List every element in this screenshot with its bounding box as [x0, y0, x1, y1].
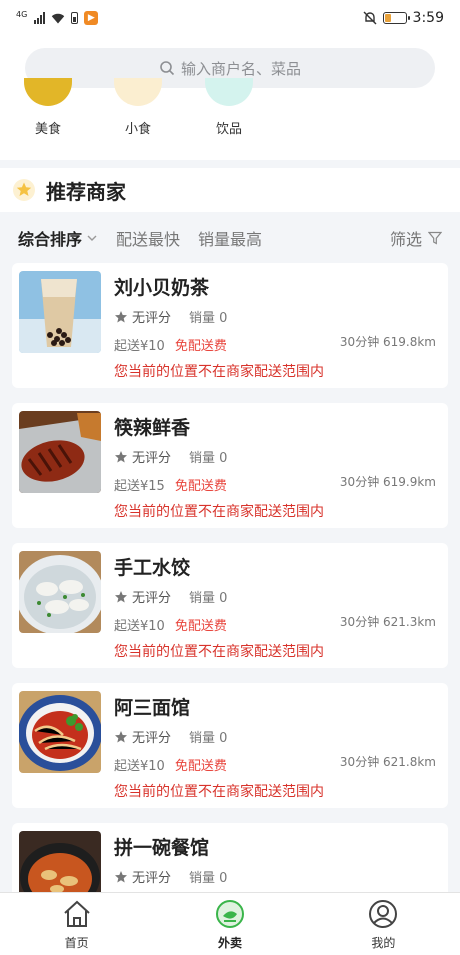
sort-fastest-delivery[interactable]: 配送最快: [116, 226, 180, 250]
clock: 3:59: [412, 10, 444, 26]
free-delivery-tag: 免配送费: [174, 479, 227, 494]
takeout-icon: [215, 899, 244, 928]
dumplings-image: [19, 551, 101, 633]
sales-count: 销量 0: [189, 731, 228, 746]
rating-star-icon: [115, 450, 127, 462]
sort-bar: 综合排序 配送最快 销量最高 筛选: [0, 216, 460, 260]
free-delivery-tag: 免配送费: [174, 759, 227, 774]
signal-icon: [34, 12, 46, 24]
filter-label: 筛选: [389, 230, 422, 249]
recommend-header: 推荐商家: [0, 168, 460, 212]
time-distance: 30分钟 619.8km: [339, 335, 436, 349]
merchant-card[interactable]: 阿三面馆 无评分 销量 0 起送¥10 免配送费 30分钟 621.8km 您当…: [12, 683, 448, 808]
free-delivery-tag: 免配送费: [174, 339, 227, 354]
min-order: 起送¥10: [114, 619, 165, 634]
rating-star-icon: [115, 310, 127, 322]
tab-label: 首页: [64, 935, 89, 950]
filter-button[interactable]: 筛选: [390, 226, 442, 250]
free-delivery-tag: 免配送费: [174, 619, 227, 634]
min-order: 起送¥10: [114, 339, 165, 354]
mute-bell-icon: [363, 11, 377, 25]
video-app-icon: ▶: [84, 11, 99, 25]
tab-label: 外卖: [217, 935, 242, 950]
time-distance: 30分钟 621.3km: [339, 615, 436, 629]
rating-text: 无评分: [132, 871, 172, 886]
delivery-info: 起送¥10 免配送费: [114, 755, 227, 774]
merchant-card[interactable]: 筷辣鲜香 无评分 销量 0 起送¥15 免配送费 30分钟 619.9km 您当…: [12, 403, 448, 528]
status-left: 4G ▶: [16, 9, 99, 25]
profile-icon: [369, 899, 398, 928]
out-of-range-warning: 您当前的位置不在商家配送范围内: [114, 364, 324, 380]
min-order: 起送¥10: [114, 759, 165, 774]
noodles-image: [19, 691, 101, 773]
grilled-fish-image: [19, 411, 101, 493]
search-placeholder: 输入商户名、菜品: [180, 59, 301, 78]
min-order: 起送¥15: [114, 479, 165, 494]
delivery-info: 起送¥10 免配送费: [114, 615, 227, 634]
delivery-info: 起送¥10 免配送费: [114, 335, 227, 354]
rating-row: 无评分 销量 0: [114, 447, 227, 466]
drink-category-icon: [205, 78, 253, 106]
merchant-name: 刘小贝奶茶: [114, 277, 210, 299]
wifi-icon: [52, 13, 65, 24]
section-title: 推荐商家: [46, 179, 126, 204]
snack-category-icon: [114, 78, 162, 106]
category-label: 美食: [34, 122, 61, 137]
out-of-range-warning: 您当前的位置不在商家配送范围内: [114, 504, 324, 520]
out-of-range-warning: 您当前的位置不在商家配送范围内: [114, 784, 324, 800]
category-food[interactable]: 美食: [18, 78, 78, 160]
merchant-card[interactable]: 刘小贝奶茶 无评分 销量 0 起送¥10 免配送费 30分钟 619.8km 您…: [12, 263, 448, 388]
rating-star-icon: [115, 590, 127, 602]
signal-tag: 4G: [16, 9, 28, 19]
time-distance: 30分钟 621.8km: [339, 755, 436, 769]
category-label: 饮品: [215, 122, 242, 137]
status-right: 3:59: [363, 10, 444, 26]
out-of-range-warning: 您当前的位置不在商家配送范围内: [114, 644, 324, 660]
merchant-name: 筷辣鲜香: [114, 417, 191, 439]
rating-row: 无评分 销量 0: [114, 307, 227, 326]
rating-row: 无评分 销量 0: [114, 867, 227, 886]
sort-top-sales[interactable]: 销量最高: [198, 226, 262, 250]
status-bar: 4G ▶ 3:59: [0, 0, 460, 36]
rating-row: 无评分 销量 0: [114, 727, 227, 746]
rating-text: 无评分: [132, 591, 172, 606]
merchant-name: 手工水饺: [114, 557, 191, 579]
sales-count: 销量 0: [189, 591, 228, 606]
tab-takeout[interactable]: 外卖: [153, 893, 306, 955]
sales-count: 销量 0: [189, 451, 228, 466]
time-distance: 30分钟 619.9km: [339, 475, 436, 489]
rating-text: 无评分: [132, 311, 172, 326]
search-icon: [160, 61, 175, 76]
rating-text: 无评分: [132, 731, 172, 746]
sort-label: 综合排序: [18, 230, 83, 249]
sales-count: 销量 0: [189, 311, 228, 326]
filter-icon: [428, 231, 442, 245]
merchant-name: 阿三面馆: [114, 697, 191, 719]
bottom-tab-bar: 首页 外卖 我的: [0, 892, 460, 955]
sales-count: 销量 0: [189, 871, 228, 886]
category-drinks[interactable]: 饮品: [199, 78, 259, 160]
chevron-down-icon: [87, 235, 97, 241]
battery-icon: [382, 12, 410, 24]
category-row: 美食 小食 饮品: [0, 78, 460, 160]
rating-text: 无评分: [132, 451, 172, 466]
merchant-name: 拼一碗餐馆: [114, 837, 210, 859]
home-icon: [63, 900, 90, 927]
star-icon: [13, 179, 35, 201]
sim-battery-icon: [71, 12, 79, 24]
tab-home[interactable]: 首页: [0, 893, 153, 955]
rating-star-icon: [115, 730, 127, 742]
tab-profile[interactable]: 我的: [307, 893, 460, 955]
merchant-card[interactable]: 手工水饺 无评分 销量 0 起送¥10 免配送费 30分钟 621.3km 您当…: [12, 543, 448, 668]
category-snacks[interactable]: 小食: [108, 78, 168, 160]
food-category-icon: [24, 78, 72, 106]
sort-comprehensive[interactable]: 综合排序: [18, 226, 98, 250]
delivery-info: 起送¥15 免配送费: [114, 475, 227, 494]
rating-star-icon: [115, 870, 127, 882]
tab-label: 我的: [371, 935, 396, 950]
rating-row: 无评分 销量 0: [114, 587, 227, 606]
milk-tea-image: [19, 271, 101, 353]
category-label: 小食: [124, 122, 151, 137]
